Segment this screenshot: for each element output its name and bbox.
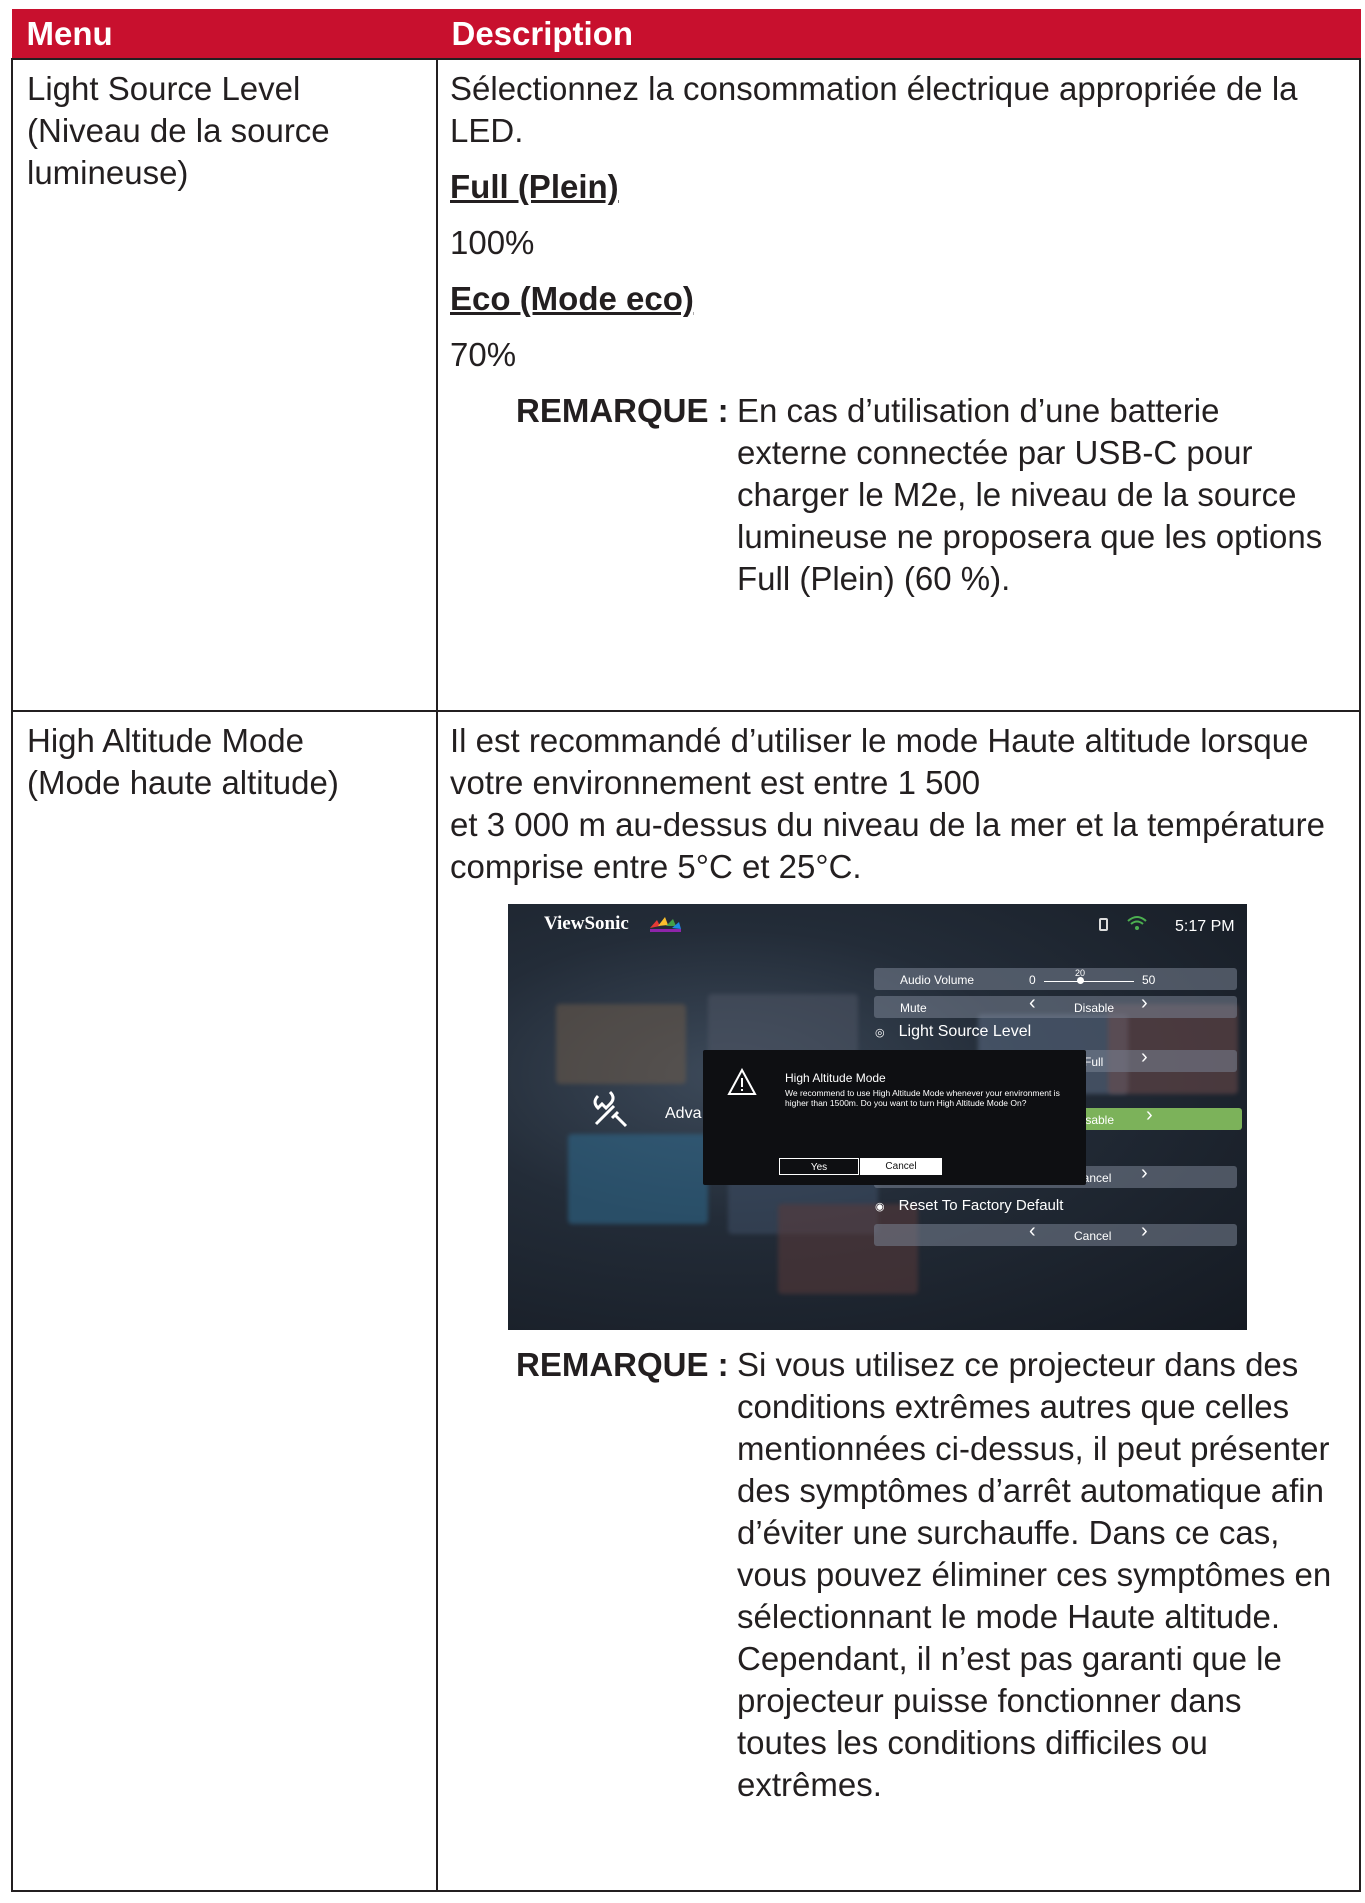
option-value: 70% [450,336,517,373]
dialog-body: We recommend to use High Altitude Mode w… [785,1088,1060,1108]
note-label: REMARQUE : [516,1346,729,1383]
chevron-right-icon[interactable]: › [1141,1221,1148,1241]
note: REMARQUE : En cas d’utilisation d’une ba… [450,390,1345,600]
table-row: High Altitude Mode (Mode haute altitude)… [11,710,1361,1892]
audio-volume-row[interactable]: Audio Volume 0 20 50 [874,968,1237,990]
chevron-left-icon[interactable]: ‹ [1029,1221,1036,1241]
audio-slider-track[interactable] [1044,981,1134,982]
option-value: 100% [450,224,535,261]
menu-cell: Light Source Level (Niveau de la source … [11,58,438,712]
table-row: Light Source Level (Niveau de la source … [11,58,1361,712]
reset-factory-label: Reset To Factory Default [898,1197,1064,1214]
column-header-description: Description [436,9,1361,60]
dialog-title: High Altitude Mode [785,1071,886,1085]
usb-icon [1099,918,1108,931]
menu-name: High Altitude Mode (Mode haute altitude) [27,722,339,801]
note: REMARQUE : Si vous utilisez ce projecteu… [450,1344,1345,1806]
description-cell: Sélectionnez la consommation électrique … [436,58,1361,712]
audio-min: 0 [1029,973,1036,987]
settings-table: Menu Description Light Source Level (Niv… [11,9,1361,1892]
chevron-right-icon[interactable]: › [1141,993,1148,1013]
high-altitude-dialog: High Altitude Mode We recommend to use H… [703,1050,1086,1185]
table-header-row: Menu Description [11,9,1361,60]
note-text: Si vous utilisez ce projecteur dans des … [737,1346,1332,1803]
wifi-icon [1127,916,1147,930]
description-cell: Il est recommandé d’utiliser le mode Hau… [436,710,1361,1892]
yes-button[interactable]: Yes [779,1158,859,1175]
reset-icon: ◉ [875,1201,885,1213]
audio-max: 50 [1142,973,1156,987]
description-intro: Sélectionnez la consommation électrique … [450,70,1298,149]
menu-name: Light Source Level (Niveau de la source … [27,70,330,191]
reset-factory-heading: ◉ Reset To Factory Default [875,1198,1063,1215]
column-header-menu: Menu [11,9,438,60]
bulb-icon: ◎ [875,1027,885,1039]
description-intro: Il est recommandé d’utiliser le mode Hau… [450,722,1325,885]
light-source-heading: ◎ Light Source Level [875,1024,1031,1041]
chevron-right-icon[interactable]: › [1141,1163,1148,1183]
option-title: Eco (Mode eco) [450,280,694,317]
note-text: En cas d’utilisation d’une batterie exte… [737,392,1323,597]
light-source-value: Full [1084,1055,1104,1069]
option-title: Full (Plein) [450,168,619,205]
brand-logo: ViewSonic [544,913,629,934]
chevron-right-icon[interactable]: › [1141,1047,1148,1067]
warning-icon [727,1068,757,1095]
reset-factory-row[interactable]: ‹ Cancel › [874,1221,1237,1246]
menu-cell: High Altitude Mode (Mode haute altitude) [11,710,438,1892]
chevron-left-icon[interactable]: ‹ [1029,993,1036,1013]
mute-value: Disable [1074,1001,1115,1015]
wrench-screwdriver-icon [593,1090,628,1128]
audio-value: 20 [1075,968,1086,978]
note-label: REMARQUE : [516,392,729,429]
mute-label: Mute [900,1001,927,1015]
advanced-label: Adva [665,1105,702,1122]
projector-menu-screenshot: ViewSonic 5:17 PM Audio Volume 0 20 50 M… [508,904,1247,1330]
chevron-right-icon[interactable]: › [1146,1105,1153,1125]
reset-factory-value: Cancel [1074,1229,1112,1243]
light-source-label: Light Source Level [898,1023,1032,1040]
viewsonic-birds-icon [650,917,681,932]
mute-row[interactable]: Mute ‹ Disable › [874,993,1237,1018]
clock: 5:17 PM [1175,918,1235,935]
audio-volume-label: Audio Volume [900,973,975,987]
cancel-button[interactable]: Cancel [860,1158,942,1175]
